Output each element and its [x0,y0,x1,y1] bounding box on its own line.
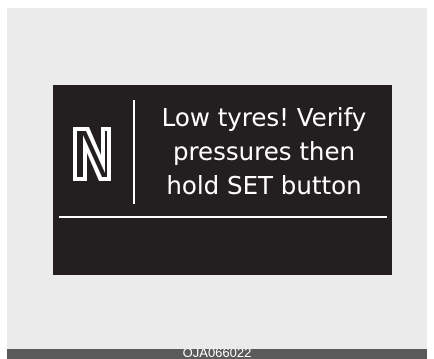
figure-code: OJA066022 [182,349,252,359]
message-line-1: Low tyres! Verify [161,103,367,132]
vertical-divider [133,100,135,204]
gear-indicator: N [67,123,123,183]
message-line-3: hold SET button [166,171,362,200]
horizontal-divider [59,216,387,218]
cluster-display: N Low tyres! Verify pressures then hold … [53,85,392,275]
gear-n-glyph [73,127,111,181]
message-line-2: pressures then [172,137,356,166]
caption-bar: OJA066022 [7,349,427,359]
warning-message: Low tyres! Verify pressures then hold SE… [141,101,387,203]
